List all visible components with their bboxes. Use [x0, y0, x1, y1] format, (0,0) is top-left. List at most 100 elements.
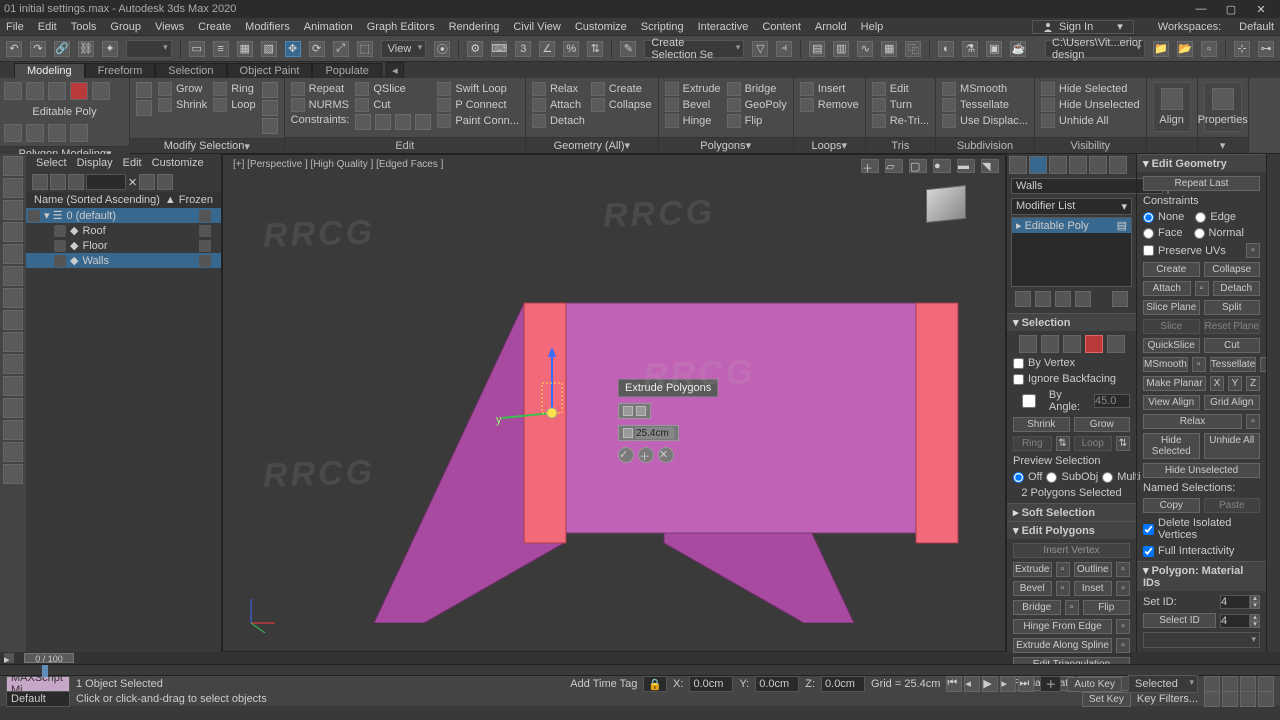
edit-footer[interactable]: Edit	[285, 137, 525, 153]
subobj-element[interactable]	[1107, 335, 1125, 353]
nav-icon[interactable]	[1258, 676, 1274, 692]
inset-button[interactable]: Inset	[1074, 581, 1113, 596]
stack-remove-icon[interactable]	[1075, 291, 1091, 307]
caddy-value-field[interactable]	[618, 425, 679, 441]
bevel-button[interactable]: Bevel	[1013, 581, 1052, 596]
time-slider[interactable]: 0 / 100	[24, 653, 74, 663]
subobj-polygon[interactable]	[1085, 335, 1103, 353]
retri-button[interactable]: Re-Tri...	[872, 114, 929, 128]
flip-button[interactable]: Flip	[1083, 600, 1131, 615]
rollout-matids-header[interactable]: ▾ Polygon: Material IDs	[1137, 562, 1266, 591]
usedisplace-button[interactable]: Use Displac...	[942, 114, 1028, 128]
ring-button[interactable]: Ring	[1013, 436, 1052, 451]
unhideall-button[interactable]: Unhide All	[1041, 114, 1140, 128]
visibility-footer[interactable]: Visibility	[1035, 137, 1146, 153]
lt-icon[interactable]	[3, 442, 23, 462]
rollout-softsel-header[interactable]: ▸ Soft Selection	[1007, 504, 1136, 521]
tab-objectpaint[interactable]: Object Paint	[227, 63, 313, 78]
menu-edit[interactable]: Edit	[38, 21, 57, 33]
shrink-button[interactable]: Shrink	[1013, 417, 1070, 432]
cmd-tab-motion[interactable]	[1069, 156, 1087, 174]
reset-plane-button[interactable]: Reset Plane	[1204, 319, 1261, 334]
vp-icon[interactable]: ▬	[957, 159, 975, 173]
cmd-tab-modify[interactable]	[1029, 156, 1047, 174]
select-name-icon[interactable]: ≡	[213, 41, 229, 57]
tab-modeling[interactable]: Modeling	[14, 63, 85, 78]
menu-create[interactable]: Create	[198, 21, 231, 33]
schematic-icon[interactable]: ⿻	[905, 41, 921, 57]
paste-named-button[interactable]: Paste	[1204, 498, 1261, 513]
make-planar-button[interactable]: Make Planar	[1143, 376, 1206, 391]
grow-button[interactable]: Grow	[1074, 417, 1131, 432]
lt-icon[interactable]	[3, 200, 23, 220]
scene-menu-display[interactable]: Display	[77, 157, 113, 169]
loop-button[interactable]: Loop	[213, 98, 255, 112]
nav-icon[interactable]	[1204, 691, 1220, 707]
constraint-face-radio[interactable]	[1143, 228, 1154, 239]
constraint-edge-radio[interactable]	[1195, 212, 1206, 223]
tree-row-floor[interactable]: ◆Floor	[26, 238, 221, 253]
rotate-icon[interactable]: ⟳	[309, 41, 325, 57]
by-angle-checkbox[interactable]	[1013, 394, 1045, 408]
outline-button[interactable]: Outline	[1074, 562, 1113, 577]
caddy-type-button[interactable]	[618, 403, 651, 419]
flip-button[interactable]: Flip	[727, 114, 787, 128]
tb-extra2-icon[interactable]: ⊹	[1234, 41, 1250, 57]
maximize-button[interactable]: ▢	[1216, 3, 1246, 16]
pivot-icon[interactable]: ⦿	[434, 41, 450, 57]
collapse-button[interactable]: Collapse	[1204, 262, 1261, 277]
close-button[interactable]: ✕	[1246, 3, 1276, 16]
coord-y-field[interactable]	[755, 676, 799, 692]
tab-freeform[interactable]: Freeform	[85, 63, 156, 78]
play-icon[interactable]: ▶	[982, 676, 998, 692]
scale-icon[interactable]: ⤢	[333, 41, 349, 57]
rollout-editpoly-header[interactable]: ▾ Edit Polygons	[1007, 522, 1136, 539]
pm-btn2[interactable]	[26, 124, 44, 142]
undo-icon[interactable]: ↶	[6, 41, 22, 57]
insert-button[interactable]: Insert	[800, 82, 859, 96]
relax-button[interactable]: Relax	[1143, 414, 1242, 429]
mirror-icon[interactable]: ▽	[752, 41, 768, 57]
menu-views[interactable]: Views	[155, 21, 184, 33]
loop-button[interactable]: Loop	[1074, 436, 1113, 451]
move-icon[interactable]: ✥	[285, 41, 301, 57]
collapse-button[interactable]: Collapse	[591, 98, 652, 112]
nav-icon[interactable]	[1222, 691, 1238, 707]
percent-snap-icon[interactable]: %	[563, 41, 579, 57]
scene-menu-select[interactable]: Select	[36, 157, 67, 169]
pm-btn1[interactable]	[4, 124, 22, 142]
hide-selected-button[interactable]: Hide Selected	[1143, 433, 1200, 459]
hidesel-button[interactable]: Hide Selected	[1041, 82, 1140, 96]
tb-extra3-icon[interactable]: ⊶	[1258, 41, 1274, 57]
menu-customize[interactable]: Customize	[575, 21, 627, 33]
modify-selection-footer[interactable]: Modify Selection ▾	[130, 138, 284, 153]
lt-icon[interactable]	[3, 244, 23, 264]
align-icon[interactable]: ⫞	[776, 41, 792, 57]
nav-icon[interactable]	[1222, 676, 1238, 692]
tab-selection[interactable]: Selection	[155, 63, 226, 78]
right-scrollbar[interactable]	[1266, 154, 1280, 652]
goto-start-icon[interactable]: ⏮	[946, 676, 962, 692]
spinner-snap-icon[interactable]: ⇅	[587, 41, 603, 57]
unlink-icon[interactable]: ⛓	[78, 41, 94, 57]
scene-tool-icon[interactable]	[50, 174, 66, 190]
hinge-from-edge-button[interactable]: Hinge From Edge	[1013, 619, 1112, 634]
align-big-button[interactable]: Align	[1153, 82, 1191, 132]
lt-icon[interactable]	[3, 266, 23, 286]
full-interactivity-checkbox[interactable]	[1143, 546, 1154, 557]
ignore-backfacing-checkbox[interactable]	[1013, 374, 1024, 385]
lt-icon[interactable]	[3, 222, 23, 242]
subobj-poly-icon[interactable]	[70, 82, 88, 100]
modifier-stack[interactable]: ▸ Editable Poly▤	[1011, 217, 1132, 287]
lt-icon[interactable]	[3, 420, 23, 440]
create-button[interactable]: Create	[591, 82, 652, 96]
copy-named-button[interactable]: Copy	[1143, 498, 1200, 513]
nav-icon[interactable]	[1258, 691, 1274, 707]
modifier-list-dropdown[interactable]: Modifier List▾	[1011, 198, 1132, 215]
next-frame-icon[interactable]: ▸	[1000, 676, 1016, 692]
menu-group[interactable]: Group	[110, 21, 141, 33]
caddy-apply-button[interactable]: ＋	[638, 447, 654, 463]
rollout-selection-header[interactable]: ▾ Selection	[1007, 314, 1136, 331]
window-crossing-icon[interactable]: ▧	[261, 41, 277, 57]
menu-rendering[interactable]: Rendering	[449, 21, 500, 33]
